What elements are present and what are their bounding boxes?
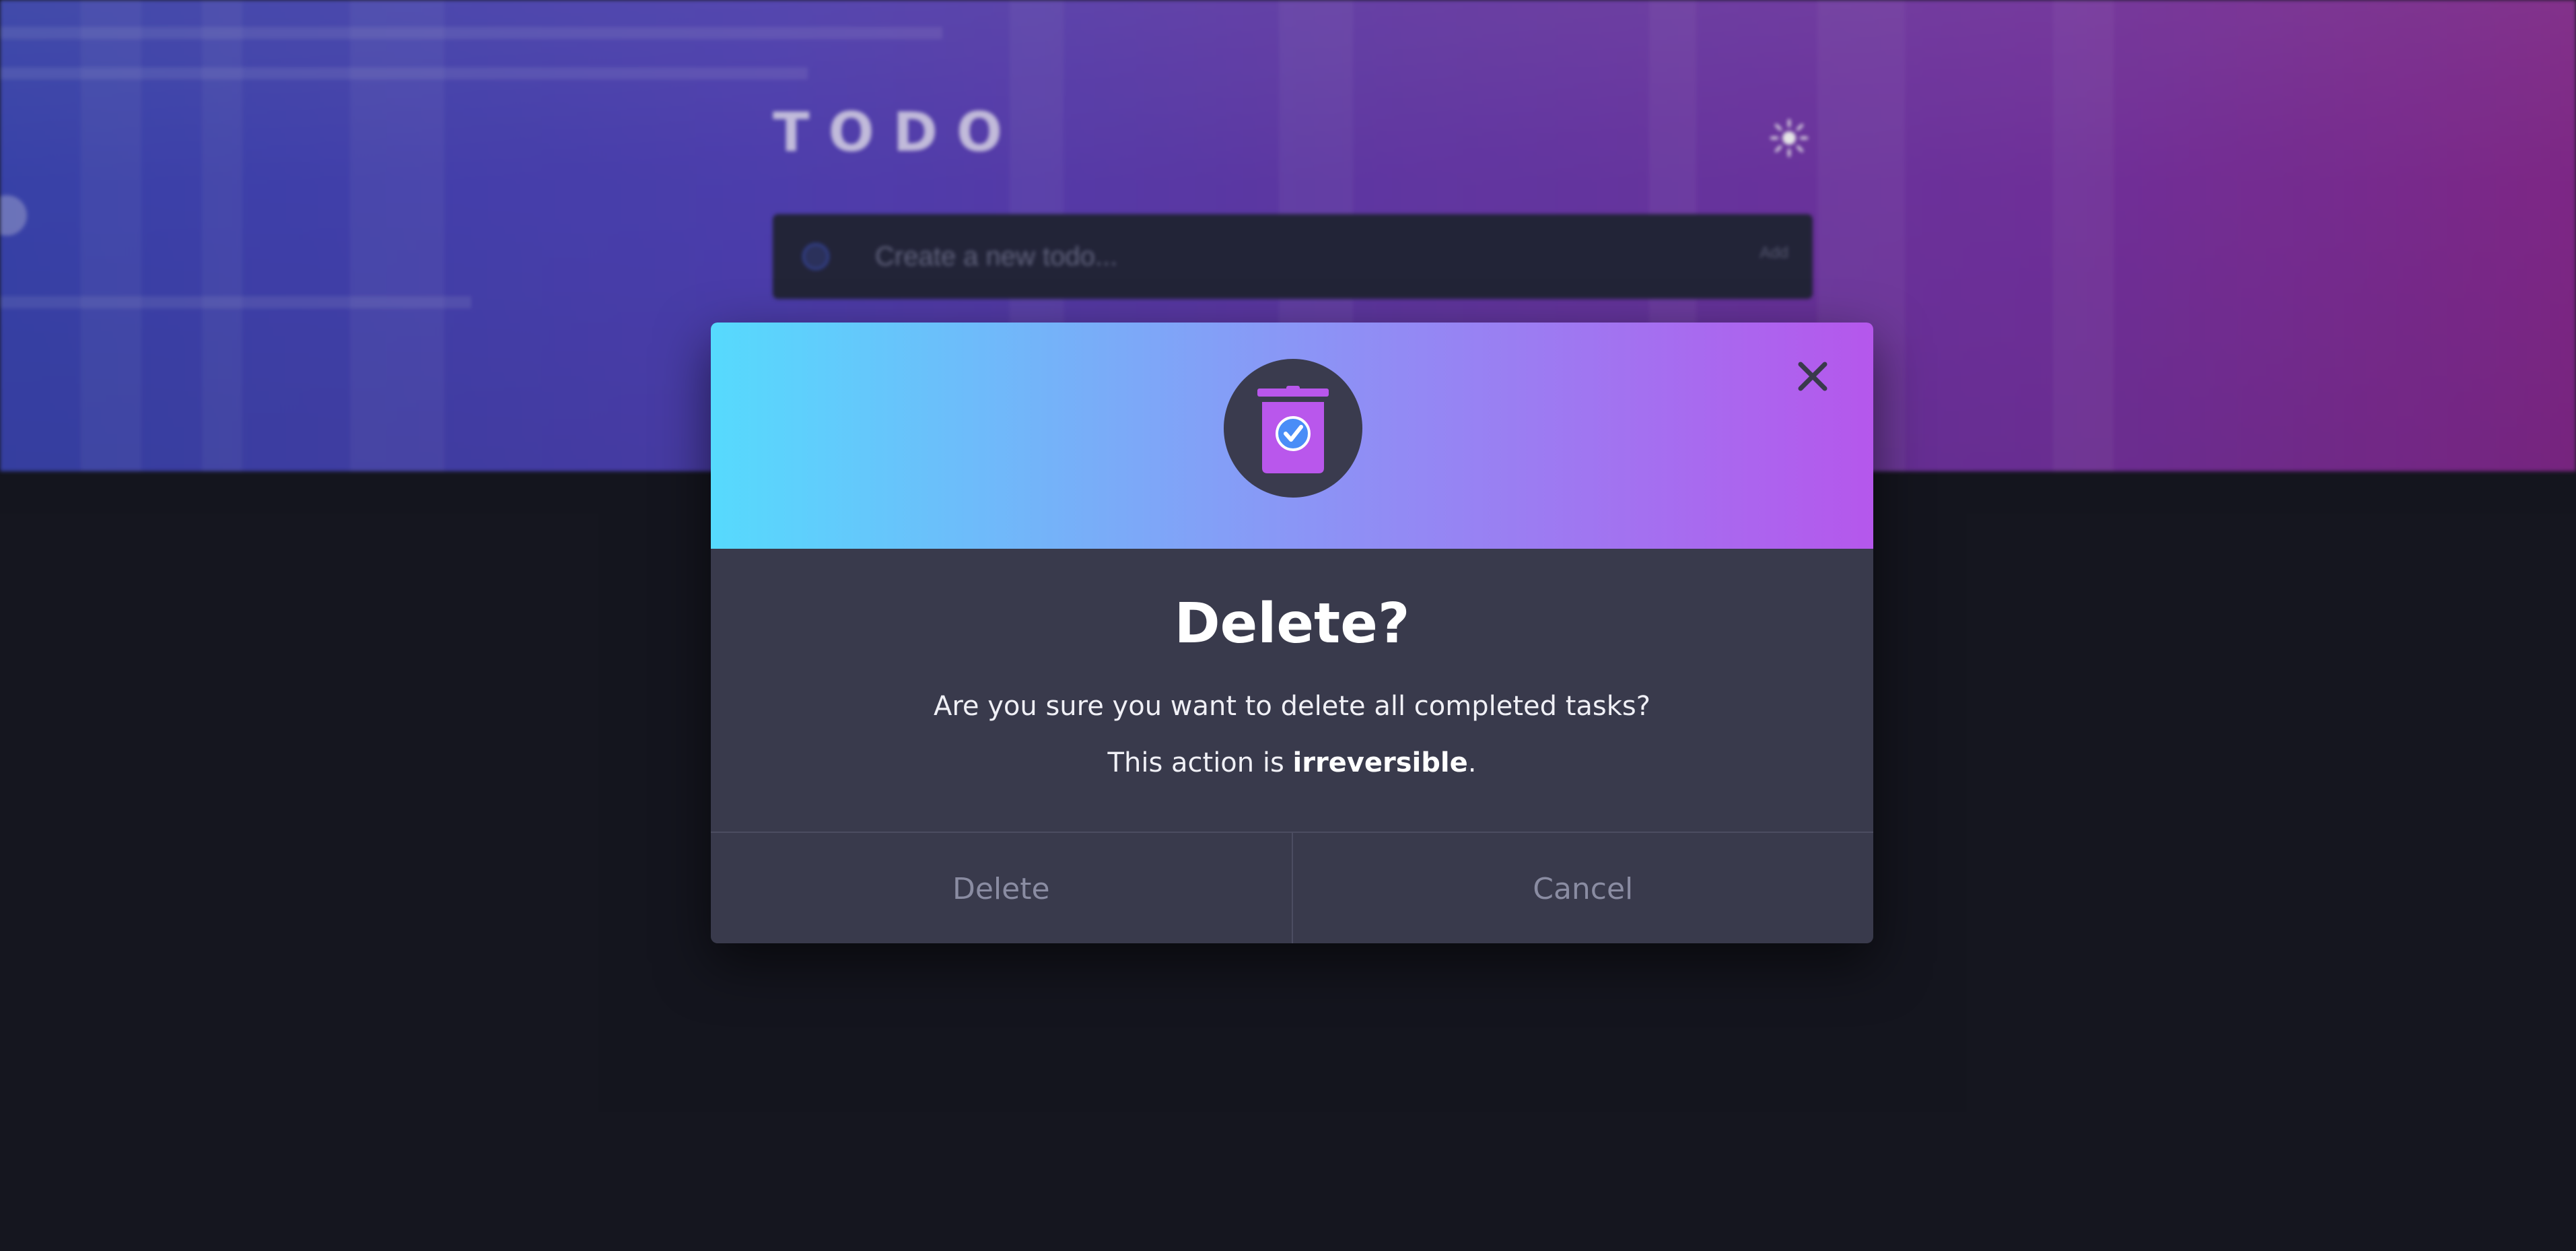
close-icon[interactable] — [1786, 349, 1840, 403]
delete-button[interactable]: Delete — [711, 833, 1292, 943]
dialog-header — [711, 323, 1873, 549]
warning-emphasis: irreversible — [1292, 747, 1468, 778]
warning-prefix: This action is — [1107, 747, 1293, 778]
cancel-button[interactable]: Cancel — [1291, 833, 1874, 943]
dialog-body: Delete? Are you sure you want to delete … — [711, 549, 1873, 818]
delete-confirm-dialog: Delete? Are you sure you want to delete … — [711, 323, 1873, 943]
warning-suffix: . — [1467, 747, 1477, 778]
trash-check-icon — [1224, 359, 1362, 498]
dialog-message: Are you sure you want to delete all comp… — [934, 691, 1650, 722]
dialog-actions: Delete Cancel — [711, 832, 1873, 943]
dialog-title: Delete? — [1174, 592, 1410, 656]
dialog-warning: This action is irreversible. — [711, 744, 1873, 782]
